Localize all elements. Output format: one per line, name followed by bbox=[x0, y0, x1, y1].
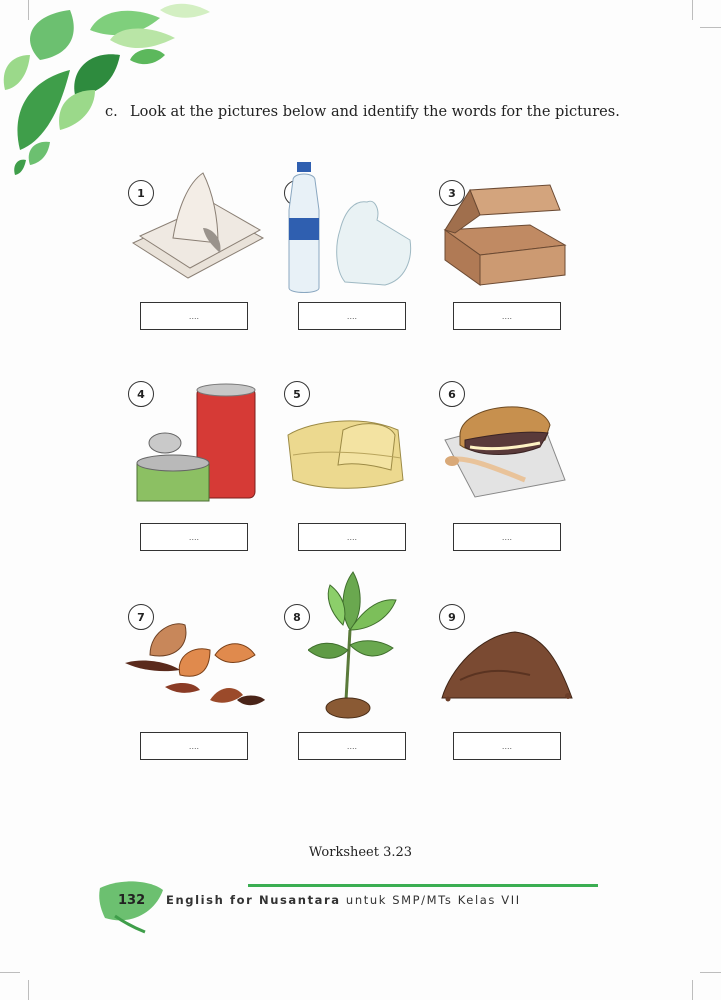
item-number: 8 bbox=[284, 604, 310, 630]
answer-box[interactable]: .... bbox=[140, 302, 248, 330]
item-number: 5 bbox=[284, 381, 310, 407]
answer-box[interactable]: .... bbox=[298, 523, 406, 551]
cloth-image bbox=[287, 420, 404, 489]
answer-box[interactable]: .... bbox=[298, 732, 406, 760]
answer-box[interactable]: .... bbox=[140, 523, 248, 551]
paper-image bbox=[131, 172, 265, 279]
dry-leaves-image bbox=[125, 623, 265, 706]
book-title-bold: English for Nusantara bbox=[166, 893, 341, 907]
crop-mark bbox=[700, 972, 721, 973]
plant-image bbox=[308, 571, 397, 719]
page-number: 132 bbox=[118, 893, 146, 908]
answer-box[interactable]: .... bbox=[453, 523, 561, 551]
food-waste-image bbox=[444, 406, 566, 498]
footer-rule bbox=[248, 884, 598, 887]
answer-box[interactable]: .... bbox=[453, 732, 561, 760]
crop-mark bbox=[692, 0, 693, 20]
leaves-decoration bbox=[3, 3, 210, 175]
crop-mark bbox=[0, 972, 20, 973]
cans-image bbox=[136, 383, 256, 502]
book-title: English for Nusantara untuk SMP/MTs Kela… bbox=[166, 893, 521, 907]
answer-box[interactable]: .... bbox=[453, 302, 561, 330]
box-image bbox=[443, 184, 567, 286]
crop-mark bbox=[700, 27, 721, 28]
crop-mark bbox=[28, 980, 29, 1000]
instruction: c. Look at the pictures below and identif… bbox=[105, 104, 620, 120]
book-title-rest: untuk SMP/MTs Kelas VII bbox=[340, 893, 521, 907]
compost-soil-image bbox=[441, 631, 573, 702]
answer-box[interactable]: .... bbox=[140, 732, 248, 760]
bottle-and-bag-image bbox=[288, 162, 412, 293]
instruction-letter: c. bbox=[105, 104, 118, 120]
crop-mark bbox=[692, 980, 693, 1000]
worksheet-caption: Worksheet 3.23 bbox=[308, 845, 413, 860]
answer-box[interactable]: .... bbox=[298, 302, 406, 330]
instruction-text: Look at the pictures below and identify … bbox=[130, 104, 620, 120]
